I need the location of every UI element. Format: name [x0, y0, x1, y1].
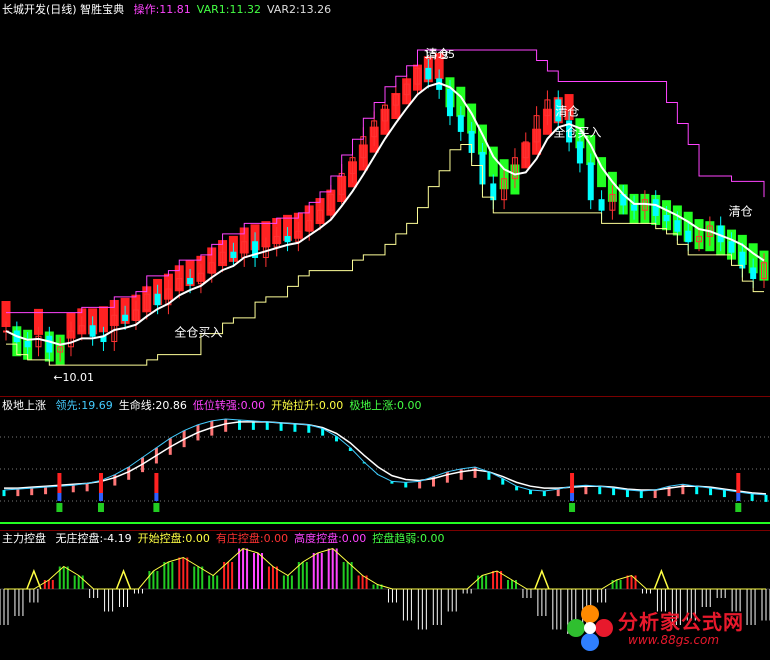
- signal-green: [153, 503, 160, 512]
- main-panel-header: 长城开发(日线) 智胜宝典 操作:11.81 VAR1:11.32 VAR2:13.…: [2, 3, 343, 17]
- main-price-panel[interactable]: 15.95←10.01全仓买入全仓买入清仓清仓清仓: [0, 0, 770, 396]
- candle-body: [122, 314, 129, 322]
- candle-body: [457, 115, 464, 132]
- site-watermark: 分析家公式网 www.88gs.com: [562, 600, 762, 654]
- main-value-1: VAR1:11.32: [196, 3, 261, 16]
- candle-body: [576, 141, 583, 164]
- bottom-panel-header: 主力控盘 无庄控盘:-4.19 开始控盘:0.00 有庄控盘:0.00 高度控盘:0.…: [2, 532, 456, 546]
- mid-indicator-values: 领先:19.69 生命线:20.86 低位转强:0.00 开始拉升:0.00 极地上涨:…: [56, 399, 428, 412]
- life-line: [4, 421, 767, 495]
- start-control-marker: [115, 568, 132, 590]
- sell-signal-label: 清仓: [555, 105, 579, 119]
- bottom-indicator-values: 无庄控盘:-4.19 开始控盘:0.00 有庄控盘:0.00 高度控盘:0.00 控盘趋…: [56, 532, 451, 545]
- mid-value-3: 开始拉升:0.00: [271, 399, 344, 412]
- buy-signal-label: 全仓买入: [174, 324, 222, 339]
- bottom-value-0: 无庄控盘:-4.19: [55, 532, 132, 545]
- start-control-marker: [653, 568, 670, 590]
- start-control-marker: [534, 568, 550, 590]
- candle-body: [89, 325, 96, 337]
- stock-title: 长城开发(日线) 智胜宝典: [2, 3, 125, 16]
- signal-green: [735, 503, 742, 512]
- main-value-0: 操作:11.81: [133, 3, 191, 16]
- signal-blue: [57, 493, 62, 501]
- candle-body: [446, 88, 453, 117]
- candle-body: [663, 214, 670, 222]
- signal-red: [154, 473, 159, 493]
- signal-blue: [736, 493, 741, 501]
- stop-step-line: [6, 49, 765, 314]
- mid-value-2: 低位转强:0.00: [192, 399, 266, 412]
- signal-green: [97, 503, 104, 512]
- candle-body: [284, 235, 291, 243]
- mid-panel-header: 极地上涨 领先:19.69 生命线:20.86 低位转强:0.00 开始拉升:0.00…: [2, 399, 434, 413]
- watermark-url: www.88gs.com: [628, 633, 720, 647]
- sell-signal-label: 清仓: [729, 204, 753, 218]
- candle-body: [24, 341, 31, 348]
- candle-body: [728, 241, 735, 253]
- bottom-value-2: 有庄控盘:0.00: [215, 532, 289, 545]
- mid-value-1: 生命线:20.86: [118, 399, 187, 412]
- support-step-line: [6, 144, 764, 366]
- candle-body: [46, 335, 53, 353]
- bottom-value-3: 高度控盘:0.00: [294, 532, 367, 545]
- signal-red: [736, 473, 741, 493]
- main-indicator-values: 操作:11.81 VAR1:11.32 VAR2:13.26: [134, 3, 338, 16]
- candle-body: [187, 277, 194, 285]
- signal-blue: [154, 493, 159, 501]
- candle-body: [230, 251, 237, 258]
- bottom-panel-title: 主力控盘: [2, 532, 46, 545]
- candle-body: [631, 204, 638, 211]
- main-value-2: VAR2:13.26: [266, 3, 332, 16]
- mid-value-0: 领先:19.69: [55, 399, 113, 412]
- chart-stage: 15.95 ←10.01 全仓买入 全仓买入 清仓 清仓 清仓 长城开发(日线) 智胜宝典 …: [0, 0, 770, 660]
- signal-blue: [98, 493, 103, 501]
- signal-blue: [570, 493, 575, 501]
- candle-body: [685, 230, 692, 243]
- buy-signal-label: 全仓买入: [553, 125, 601, 140]
- bottom-value-4: 控盘趋弱:0.00: [372, 532, 445, 545]
- candle-body: [587, 162, 594, 201]
- candle-body: [154, 293, 161, 306]
- indicator-panel[interactable]: [0, 397, 770, 530]
- mid-value-4: 极地上涨:0.00: [349, 399, 422, 412]
- sell-signal-label: 清仓: [425, 47, 449, 61]
- signal-red: [570, 473, 575, 493]
- bottom-value-1: 开始控盘:0.00: [137, 532, 210, 545]
- candle-body: [598, 199, 605, 211]
- signal-red: [57, 473, 62, 493]
- watermark-title: 分析家公式网: [618, 610, 744, 634]
- lead-line: [3, 418, 767, 496]
- candle-body: [674, 220, 681, 232]
- candle-body: [652, 199, 659, 216]
- low-price-label: ←10.01: [53, 371, 94, 384]
- candle-body: [750, 267, 757, 279]
- signal-red: [98, 473, 103, 493]
- signal-green: [56, 503, 63, 512]
- mid-panel-title: 极地上涨: [2, 399, 46, 412]
- candle-body: [425, 67, 432, 80]
- flower-logo-icon: [567, 605, 613, 651]
- signal-green: [569, 503, 576, 512]
